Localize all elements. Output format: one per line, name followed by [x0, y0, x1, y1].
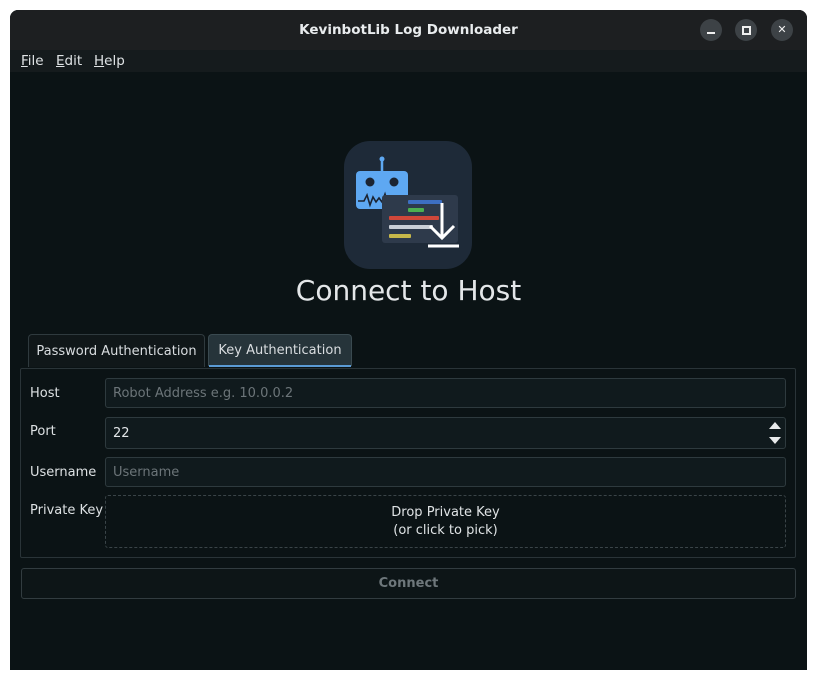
menu-bar: File Edit Help	[10, 50, 807, 72]
title-bar[interactable]: KevinbotLib Log Downloader ✕	[10, 10, 807, 50]
private-key-label: Private Key	[30, 503, 104, 518]
spin-up-icon[interactable]	[769, 422, 781, 429]
tab-key-authentication[interactable]: Key Authentication	[208, 334, 352, 367]
tab-selected-indicator	[209, 365, 351, 367]
menu-file-label: ile	[27, 53, 44, 69]
menu-help-label: elp	[104, 53, 125, 69]
app-window: KevinbotLib Log Downloader ✕ File Edit H…	[10, 10, 807, 670]
dropzone-line2: (or click to pick)	[393, 523, 498, 538]
connect-button[interactable]: Connect	[21, 568, 796, 599]
menu-edit[interactable]: Edit	[56, 53, 82, 69]
private-key-dropzone[interactable]: Drop Private Key (or click to pick)	[105, 495, 786, 548]
close-button[interactable]: ✕	[771, 19, 793, 41]
menu-file-mnemonic: F	[21, 53, 28, 69]
maximize-icon	[742, 26, 751, 35]
minimize-button[interactable]	[700, 19, 722, 41]
maximize-button[interactable]	[735, 19, 757, 41]
spin-down-icon[interactable]	[769, 437, 781, 444]
menu-edit-label: dit	[64, 53, 83, 69]
host-label: Host	[30, 386, 60, 401]
page-title: Connect to Host	[295, 274, 522, 307]
menu-help-mnemonic: H	[94, 53, 105, 69]
username-input[interactable]	[105, 457, 786, 487]
close-icon: ✕	[777, 23, 787, 36]
tab-key-authentication-label: Key Authentication	[218, 343, 342, 358]
menu-help[interactable]: Help	[94, 53, 125, 69]
username-label: Username	[30, 465, 97, 480]
robot-log-download-icon	[344, 141, 472, 269]
host-input[interactable]	[105, 378, 786, 408]
port-value: 22	[113, 426, 130, 441]
minimize-icon	[707, 32, 715, 34]
window-title: KevinbotLib Log Downloader	[299, 22, 518, 38]
port-label: Port	[30, 424, 56, 439]
port-spinbox[interactable]: 22	[105, 417, 786, 449]
tab-password-authentication[interactable]: Password Authentication	[28, 334, 205, 367]
dropzone-line1: Drop Private Key	[391, 505, 500, 520]
menu-edit-mnemonic: E	[56, 53, 65, 69]
menu-file[interactable]: File	[21, 53, 44, 69]
